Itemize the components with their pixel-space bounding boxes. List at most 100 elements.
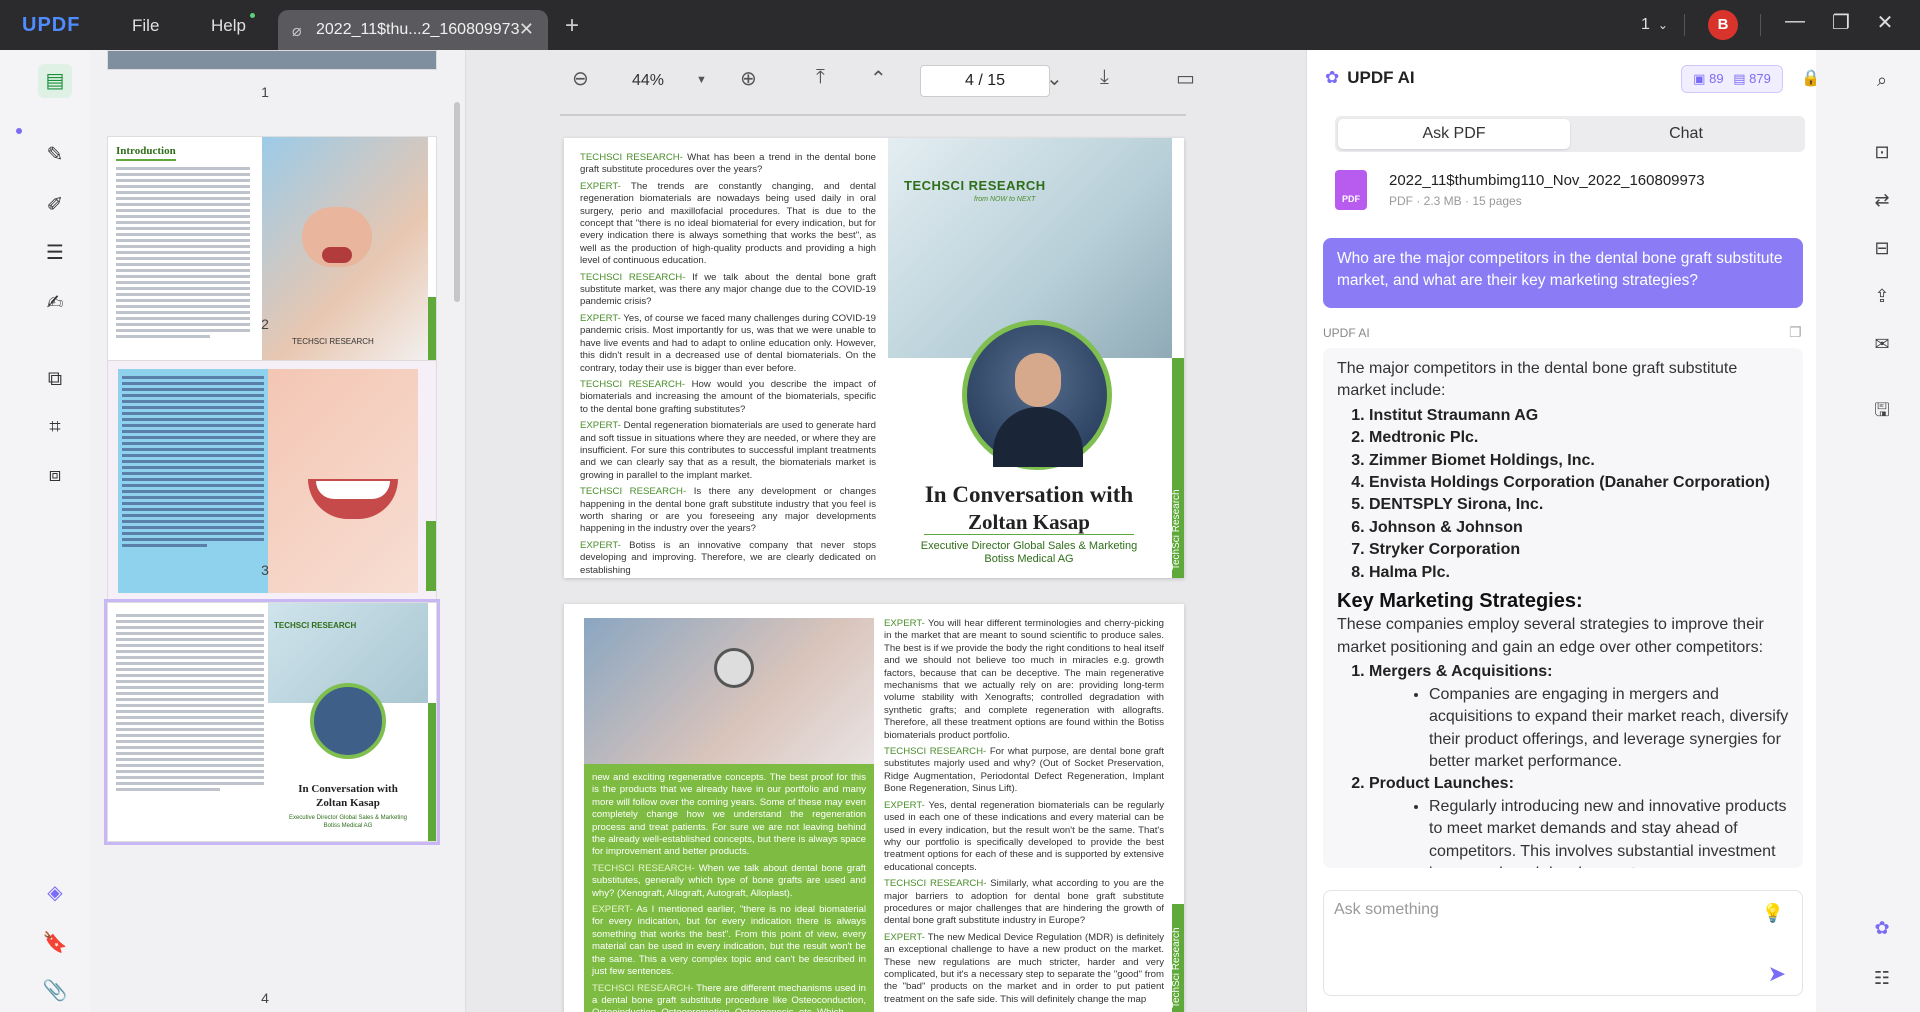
paragraph-text: new and exciting regenerative concepts. … (592, 772, 866, 858)
interview-paragraph: EXPERT- Dental regeneration biomaterials… (580, 420, 876, 482)
speaker-tag: EXPERT- (580, 420, 621, 432)
paragraph-text: The new Medical Device Regulation (MDR) … (884, 931, 1164, 1005)
help-notification-dot (250, 13, 255, 18)
document-tab-title: 2022_11$thu...2_160809973 (316, 21, 520, 38)
minimize-icon[interactable]: — (1780, 10, 1810, 33)
speaker-tag: EXPERT- (580, 539, 621, 551)
tab-chat[interactable]: Chat (1570, 119, 1802, 149)
ask-input[interactable] (1334, 901, 1714, 919)
zoom-out-icon[interactable]: ⊖ (572, 66, 589, 91)
thumbnail-text-block (116, 611, 264, 835)
competitor-list: Institut Straumann AG Medtronic Plc. Zim… (1369, 405, 1789, 584)
zoom-in-icon[interactable]: ⊕ (740, 66, 757, 91)
page-thumbnail-2[interactable]: Introduction TECHSCI RESEARCH (107, 136, 437, 370)
comment-icon[interactable]: ✎ (38, 138, 72, 172)
file-name: 2022_11$thumbimg110_Nov_2022_160809973 (1389, 172, 1705, 189)
page-thumbnail-4[interactable]: TECHSCI RESEARCH In Conversation with Zo… (104, 599, 440, 845)
new-tab-icon[interactable]: + (565, 12, 579, 40)
interview-title: In Conversation with (924, 482, 1134, 507)
thumbnail-scrollbar[interactable] (454, 102, 460, 302)
previous-page-edge (560, 114, 1186, 116)
page-number-label: 2 (261, 316, 269, 332)
file-meta: PDF · 2.3 MB · 15 pages (1389, 194, 1522, 208)
speaker-tag: TECHSCI RESEARCH- (580, 486, 687, 498)
share-icon[interactable]: ⇪ (1866, 280, 1898, 312)
smile-teeth (316, 481, 390, 499)
email-icon[interactable]: ✉ (1866, 328, 1898, 360)
comment-list-icon[interactable]: ☷ (1866, 962, 1898, 994)
restore-icon[interactable]: ❐ (1826, 10, 1856, 35)
list-item: Envista Holdings Corporation (Danaher Co… (1369, 472, 1789, 494)
first-page-icon[interactable]: ⤒ (816, 66, 825, 89)
list-item: Medtronic Plc. (1369, 427, 1789, 449)
expert-portrait (310, 683, 386, 759)
zoom-dropdown-icon[interactable]: ▼ (696, 74, 707, 86)
protect-icon[interactable]: ⧈ (38, 458, 72, 492)
file-card[interactable]: PDF 2022_11$thumbimg110_Nov_2022_1608099… (1321, 162, 1803, 220)
brand-tagline: from NOW to NEXT (974, 196, 1036, 203)
ai-assistant-panel: ✿ UPDF AI ▣ 89 ▤ 879 🔒 Ask PDF Chat PDF 2… (1306, 50, 1821, 1012)
list-item: Product Launches: Regularly introducing … (1369, 773, 1789, 868)
layers-icon[interactable]: ◈ (38, 876, 72, 910)
list-item: Johnson & Johnson (1369, 517, 1789, 539)
convert-icon[interactable]: ⇄ (1866, 184, 1898, 216)
page-number-input[interactable]: 4 / 15 (920, 65, 1050, 97)
total-pages: 15 (987, 72, 1006, 89)
page-thumbnail-1[interactable] (107, 50, 437, 70)
send-icon[interactable]: ➤ (1768, 961, 1786, 987)
interview-paragraph: new and exciting regenerative concepts. … (592, 772, 866, 859)
edit-pdf-icon[interactable]: ✐ (38, 188, 72, 222)
side-brand-text: TechSci Research (1171, 927, 1182, 1008)
strategy-detail: Regularly introducing new and innovative… (1429, 796, 1789, 868)
window-count: 1 (1641, 16, 1650, 33)
next-page-icon[interactable]: ⌄ (1046, 66, 1063, 91)
page-number-label: 1 (261, 84, 269, 100)
portrait-face (1015, 353, 1061, 407)
close-window-icon[interactable]: ✕ (1870, 10, 1900, 35)
compress-icon[interactable]: ⊟ (1866, 232, 1898, 264)
save-icon[interactable]: 🖫 (1866, 394, 1898, 426)
thumbnail-role: Executive Director Global Sales & Market… (288, 815, 408, 821)
speaker-tag: EXPERT- (884, 799, 925, 811)
lightbulb-icon[interactable]: 💡 (1762, 903, 1784, 924)
close-tab-icon[interactable]: ✕ (519, 19, 534, 40)
attachment-icon[interactable]: 📎 (38, 974, 72, 1008)
right-tool-bar: ⌕ ⊡ ⇄ ⊟ ⇪ ✉ 🖫 ✿ ☷ (1816, 50, 1920, 1012)
thumbnail-brand: TECHSCI RESEARCH (274, 621, 357, 630)
avatar[interactable]: B (1708, 10, 1738, 40)
ai-assistant-icon[interactable]: ✿ (1866, 912, 1898, 944)
menu-help[interactable]: Help (211, 16, 246, 36)
strategy-list: Mergers & Acquisitions: Companies are en… (1369, 661, 1789, 868)
green-strip (428, 703, 436, 841)
child-dental-photo: TECHSCI RESEARCH (262, 137, 428, 369)
document-viewer[interactable]: ⊖ 44% ▼ ⊕ ⤒ ⌃ 4 / 15 ⌄ ⤓ ▭ TECHSCI RESEA… (466, 50, 1306, 1012)
side-brand-text: TechSci Research (1171, 489, 1182, 570)
document-tab[interactable]: ⌀ 2022_11$thu...2_160809973 ✕ (278, 10, 548, 50)
list-item: Mergers & Acquisitions: Companies are en… (1369, 661, 1789, 773)
fill-sign-icon[interactable]: ✍ (38, 286, 72, 320)
tab-ask-pdf[interactable]: Ask PDF (1338, 119, 1570, 149)
form-icon[interactable]: ☰ (38, 236, 72, 270)
menu-file[interactable]: File (132, 16, 159, 36)
presentation-icon[interactable]: ▭ (1176, 66, 1195, 91)
paragraph-text: Dental regeneration biomaterials are use… (580, 420, 876, 481)
previous-page-icon[interactable]: ⌃ (870, 66, 887, 91)
zoom-level[interactable]: 44% (632, 72, 664, 90)
paragraph-text: Botiss is an innovative company that nev… (580, 539, 876, 576)
copy-icon[interactable]: ❐ (1789, 324, 1802, 341)
ask-box: 💡 ➤ (1323, 890, 1803, 996)
reader-mode-icon[interactable]: ▤ (38, 64, 72, 98)
last-page-icon[interactable]: ⤓ (1100, 66, 1109, 89)
status-dot (16, 128, 22, 134)
ai-credits-badge[interactable]: ▣ 89 ▤ 879 (1681, 65, 1783, 93)
strategies-intro: These companies employ several strategie… (1337, 616, 1764, 656)
current-page: 4 (964, 72, 974, 89)
ocr-icon[interactable]: ⊡ (1866, 136, 1898, 168)
paragraph-text: Yes, of course we faced many challenges … (580, 312, 876, 374)
window-switcher[interactable]: 1 ⌄ (1641, 16, 1668, 34)
bookmark-icon[interactable]: 🔖 (38, 926, 72, 960)
organize-pages-icon[interactable]: ⧉ (38, 362, 72, 396)
crop-icon[interactable]: ⌗ (38, 410, 72, 444)
strategies-heading: Key Marketing Strategies: (1337, 590, 1583, 613)
search-icon[interactable]: ⌕ (1866, 64, 1898, 96)
